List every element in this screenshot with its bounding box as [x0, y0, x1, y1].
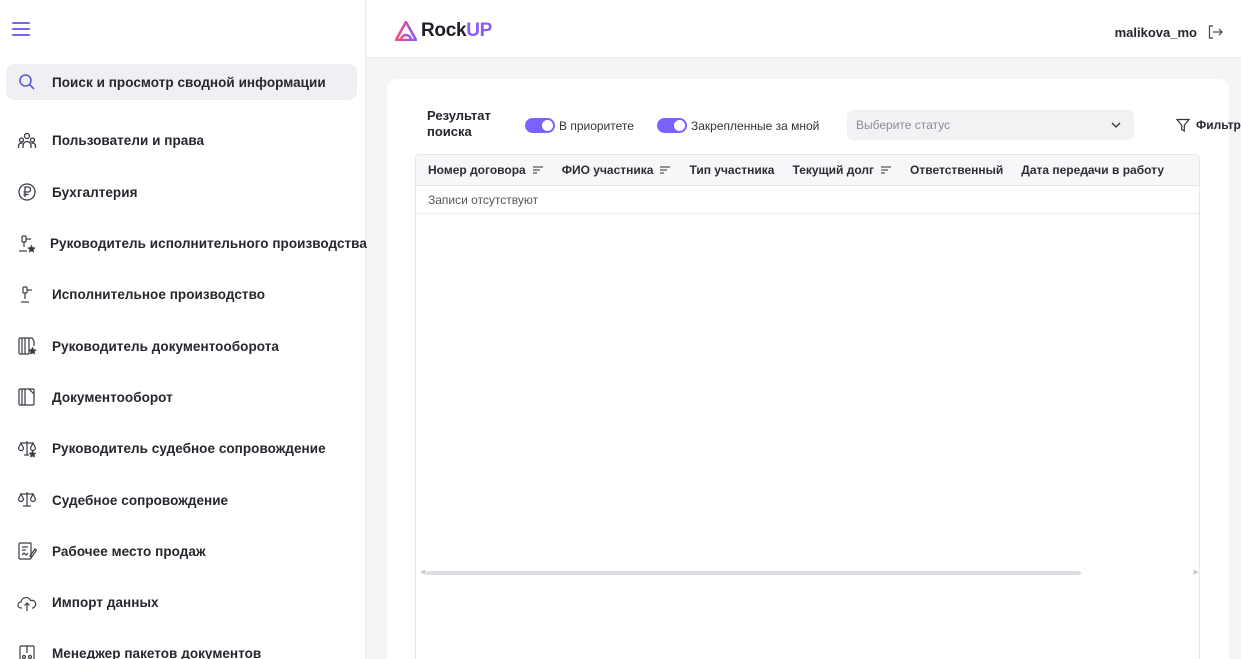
priority-toggle-switch[interactable]	[525, 118, 555, 133]
column-label: Тип участника	[689, 163, 775, 177]
sidebar-item-label: Пользователи и права	[52, 133, 205, 149]
logo-up: UP	[466, 20, 493, 41]
column-responsible[interactable]: Ответственный	[910, 163, 1003, 177]
filter-icon	[1176, 118, 1190, 132]
sidebar-item-docflow[interactable]: Документооборот	[6, 372, 357, 423]
table-header: Номер договора ФИО участника Тип участни…	[416, 155, 1199, 186]
sort-icon[interactable]	[532, 165, 544, 175]
logo-mark-icon	[395, 21, 417, 41]
logo-rock: Rock	[421, 20, 467, 41]
sidebar-item-label: Руководитель судебное сопровождение	[52, 441, 326, 457]
sidebar-item-label: Руководитель исполнительного производств…	[50, 236, 367, 252]
package-icon	[16, 643, 38, 659]
gavel-icon	[16, 284, 38, 306]
assigned-toggle[interactable]: Закрепленные за мной	[657, 118, 819, 133]
search-results-card: Результат поиска В приоритете Закрепленн…	[387, 79, 1241, 659]
top-header: RockUP malikova_mo	[367, 0, 1241, 58]
documents-icon	[16, 386, 38, 408]
sales-doc-icon	[16, 540, 38, 562]
sidebar-item-label: Документооборот	[52, 389, 173, 405]
users-icon	[16, 130, 38, 152]
logo-text: RockUP	[421, 20, 492, 42]
sidebar-item-sales[interactable]: Рабочее место продаж	[6, 526, 357, 577]
sidebar-item-users[interactable]: Пользователи и права	[6, 115, 357, 166]
cloud-upload-icon	[16, 592, 38, 614]
sidebar-item-label: Рабочее место продаж	[52, 543, 206, 559]
column-transfer-date[interactable]: Дата передачи в работу	[1021, 163, 1164, 177]
sidebar-item-legal-head[interactable]: Руководитель судебное сопровождение	[6, 423, 357, 474]
sidebar-item-import[interactable]: Импорт данных	[6, 577, 357, 628]
filter-label: Фильтр	[1196, 118, 1241, 132]
documents-star-icon	[16, 335, 38, 357]
sidebar-item-label: Менеджер пакетов документов	[52, 646, 262, 659]
username[interactable]: malikova_mo	[1115, 25, 1197, 40]
sort-icon[interactable]	[880, 165, 892, 175]
scrollbar-thumb[interactable]	[426, 571, 1081, 575]
column-participant-name[interactable]: ФИО участника	[562, 163, 672, 177]
column-label: Дата передачи в работу	[1021, 163, 1164, 177]
assigned-toggle-switch[interactable]	[657, 118, 687, 133]
sidebar-nav: Поиск и просмотр сводной информации Поль…	[6, 64, 367, 659]
menu-burger-icon[interactable]	[12, 22, 30, 36]
empty-table-message: Записи отсутствуют	[416, 186, 1199, 214]
search-icon	[16, 71, 38, 93]
column-label: Текущий долг	[792, 163, 875, 177]
column-label: Номер договора	[428, 163, 526, 177]
scales-icon	[16, 489, 38, 511]
priority-toggle[interactable]: В приоритете	[525, 118, 634, 133]
chevron-down-icon	[1111, 122, 1121, 128]
sidebar-item-label: Поиск и просмотр сводной информации	[52, 74, 326, 90]
priority-toggle-label: В приоритете	[559, 118, 634, 133]
logout-icon[interactable]	[1207, 24, 1223, 40]
column-participant-type[interactable]: Тип участника	[689, 163, 774, 177]
results-table: Номер договора ФИО участника Тип участни…	[415, 154, 1200, 659]
column-contract-number[interactable]: Номер договора	[428, 163, 544, 177]
column-label: Ответственный	[910, 163, 1004, 177]
gavel-star-icon	[16, 233, 36, 255]
results-title: Результат поиска	[427, 108, 491, 139]
sidebar-item-legal[interactable]: Судебное сопровождение	[6, 474, 357, 525]
sidebar-item-label: Руководитель документооборота	[52, 338, 279, 354]
scales-star-icon	[16, 438, 38, 460]
sidebar-item-enforcement-head[interactable]: Руководитель исполнительного производств…	[6, 218, 367, 269]
sidebar-item-packages[interactable]: Менеджер пакетов документов	[6, 628, 357, 659]
status-select[interactable]: Выберите статус	[847, 110, 1134, 140]
horizontal-scrollbar[interactable]: ◀ ▶	[420, 569, 1199, 576]
assigned-toggle-label: Закрепленные за мной	[691, 118, 820, 133]
sidebar-item-label: Судебное сопровождение	[52, 492, 229, 508]
ruble-icon	[16, 181, 38, 203]
rockup-logo[interactable]: RockUP	[395, 20, 492, 42]
sidebar-item-search[interactable]: Поиск и просмотр сводной информации	[6, 64, 357, 100]
sidebar: Поиск и просмотр сводной информации Поль…	[0, 0, 367, 659]
sidebar-item-enforcement[interactable]: Исполнительное производство	[6, 269, 357, 320]
sidebar-item-label: Импорт данных	[52, 595, 159, 611]
scroll-right-icon[interactable]: ▶	[1194, 569, 1199, 576]
column-current-debt[interactable]: Текущий долг	[792, 163, 892, 177]
sidebar-item-accounting[interactable]: Бухгалтерия	[6, 167, 357, 218]
sidebar-item-label: Бухгалтерия	[52, 184, 138, 200]
filter-button[interactable]: Фильтр	[1176, 118, 1241, 132]
column-label: ФИО участника	[561, 163, 654, 177]
status-select-placeholder: Выберите статус	[856, 118, 951, 132]
sort-icon[interactable]	[659, 165, 671, 175]
sidebar-item-docflow-head[interactable]: Руководитель документооборота	[6, 320, 357, 371]
user-menu: malikova_mo	[1115, 24, 1223, 40]
sidebar-item-label: Исполнительное производство	[52, 287, 266, 303]
scroll-left-icon[interactable]: ◀	[420, 569, 425, 576]
